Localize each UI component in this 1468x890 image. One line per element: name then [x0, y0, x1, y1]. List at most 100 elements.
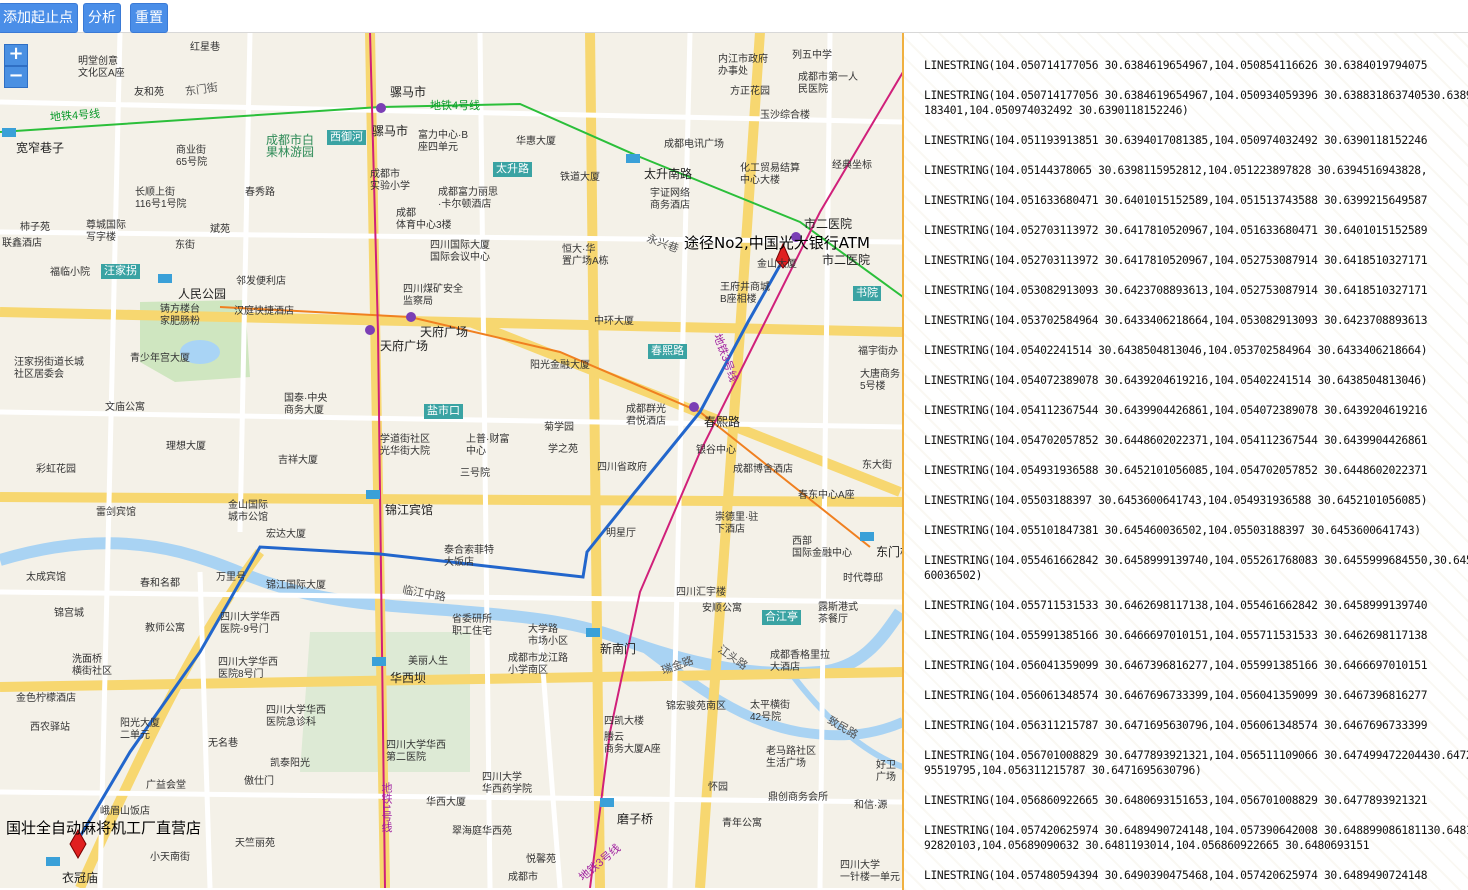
map-label: 春和名都 [140, 578, 180, 589]
map-label: 新南门 [600, 642, 637, 656]
map-view[interactable]: + − 途径No2,中国光大银行ATM 国壮全自动麻将机工厂直营店 地铁4号线 … [0, 32, 903, 888]
map-label: 明堂创意 文化区A座 [78, 56, 125, 79]
map-label: 三号院 [460, 468, 490, 479]
map-label: 华惠大厦 [516, 136, 556, 147]
linestring-row: LINESTRING(104.05402241514 30.6438504813… [924, 344, 1428, 357]
map-label: 崇德里·驻 下酒店 [715, 512, 759, 535]
map-tag: 春熙路 [648, 344, 687, 359]
add-start-end-button[interactable]: 添加起止点 [0, 3, 78, 33]
map-label: 西部 国际金融中心 [792, 536, 852, 559]
map-label: 市二医院 [804, 217, 853, 231]
linestring-row: LINESTRING(104.057480594394 30.649039047… [924, 869, 1428, 882]
map-label: 四川大学华西 医院8号门 [218, 657, 278, 680]
map-label: 万里号 [216, 572, 246, 583]
map-label: 金山国际 城市公馆 [228, 500, 268, 523]
map-label: 四川大学 一针楼一单元 [840, 860, 900, 883]
map-label: 美丽人生 [408, 656, 448, 667]
map-label: 峨眉山饭店 [100, 806, 150, 817]
map-label: 东大街 [862, 460, 892, 471]
linestring-row: LINESTRING(104.051633680471 30.640101515… [924, 194, 1428, 207]
map-label: 腾云 商务大厦A座 [604, 732, 661, 755]
map-label: 东门桥 [876, 545, 903, 559]
linestring-row: LINESTRING(104.052703113972 30.641781052… [924, 254, 1428, 267]
reset-button[interactable]: 重置 [130, 3, 168, 33]
map-label: 春东中心A座 [798, 490, 855, 501]
linestring-row: LINESTRING(104.055711531533 30.646269811… [924, 599, 1428, 612]
linestring-row: LINESTRING(104.054072389078 30.643920461… [924, 374, 1428, 387]
linestring-row: LINESTRING(104.054112367544 30.643990442… [924, 404, 1428, 417]
linestring-row: LINESTRING(104.053702584964 30.643340621… [924, 314, 1428, 327]
map-label: 小天南街 [150, 852, 190, 863]
map-label: 四川大学华西 医院-9号门 [220, 612, 280, 635]
map-label: 成都市 [508, 872, 538, 883]
linestring-output-panel[interactable]: LINESTRING(104.050714177056 30.638461965… [902, 20, 1468, 890]
map-label: 四川大学华西 医院急诊科 [266, 705, 326, 728]
map-label: 国泰·中央 商务大厦 [284, 393, 328, 416]
map-label: 内江市政府 办事处 [718, 54, 768, 77]
map-label: 宽窄巷子 [16, 141, 65, 155]
map-label: 太升南路 [644, 167, 693, 181]
map-label: 时代尊邸 [843, 573, 883, 584]
map-label: 文庙公寓 [105, 402, 145, 413]
map-label: 四川煤矿安全 监察局 [403, 284, 463, 307]
metro-line-label: 地铁4号线 [430, 100, 481, 112]
map-label: 阳光金融大厦 [530, 360, 590, 371]
map-label: 露斯港式 茶餐厅 [818, 602, 858, 625]
map-label: 傲仕门 [244, 776, 274, 787]
map-label: 王府井商城 B座相楼 [720, 282, 770, 305]
linestring-row: LINESTRING(104.05503188397 30.6453600641… [924, 494, 1428, 507]
metro-line-label: 地铁1号线 [380, 782, 392, 833]
map-label: 老马路社区 生活广场 [766, 746, 816, 769]
linestring-row: LINESTRING(104.057420625974 30.648949072… [924, 824, 1468, 852]
linestring-row: LINESTRING(104.055101847381 30.645460036… [924, 524, 1421, 537]
map-label: 衣冠庙 [62, 871, 99, 885]
map-label: 吉祥大厦 [278, 455, 318, 466]
map-label: 好卫 广场 [876, 760, 896, 783]
map-label: 安顺公寓 [702, 603, 742, 614]
linestring-row: LINESTRING(104.056061348574 30.646769673… [924, 689, 1428, 702]
map-label: 铸方楼台 家肥肠粉 [160, 304, 200, 327]
map-label: 经典坐标 [832, 160, 872, 171]
linestring-row: LINESTRING(104.056860922665 30.648069315… [924, 794, 1428, 807]
map-label: 华西坝 [390, 671, 427, 685]
map-tag: 书院 [853, 286, 881, 301]
map-label: 太成宾馆 [26, 572, 66, 583]
map-label: 宏达大厦 [266, 529, 306, 540]
map-label: 商业街 65号院 [176, 145, 208, 168]
linestring-row: LINESTRING(104.050714177056 30.638461965… [924, 59, 1428, 72]
map-label: 联鑫酒店 [2, 238, 42, 249]
map-label: 恒大·华 置广场A栋 [562, 244, 609, 267]
zoom-in-button[interactable]: + [4, 44, 28, 66]
map-label: 化工贸易结算 中心大楼 [740, 163, 800, 186]
map-label: 福宇街办 [858, 346, 898, 357]
linestring-list: LINESTRING(104.050714177056 30.638461965… [904, 22, 1468, 883]
linestring-row: LINESTRING(104.052703113972 30.641781052… [924, 224, 1428, 237]
map-label: 西农驿站 [30, 722, 70, 733]
linestring-row: LINESTRING(104.054702057852 30.644860202… [924, 434, 1428, 447]
map-label: 骡马市 [372, 124, 409, 138]
map-label: 学之苑 [548, 444, 578, 455]
map-label: 泰合索菲特 大饭店 [444, 545, 494, 568]
map-label: 凯泰阳光 [270, 758, 310, 769]
map-label: 理想大厦 [166, 441, 206, 452]
analyze-button[interactable]: 分析 [83, 3, 121, 33]
map-label: 大唐商务 5号楼 [860, 369, 900, 392]
map-tag: 西御河 [327, 130, 366, 145]
map-label: 磨子桥 [617, 812, 654, 826]
map-label: 青少年宫大厦 [130, 353, 190, 364]
map-label: 东街 [175, 240, 195, 251]
map-label: 阳光大厦 二单元 [120, 718, 160, 741]
linestring-row: LINESTRING(104.053082913093 30.642370889… [924, 284, 1428, 297]
map-label: 尊城国际 写字楼 [86, 220, 126, 243]
map-label: 锦江国际大厦 [266, 580, 326, 591]
map-label: 鼎创商务会所 [768, 792, 828, 803]
map-label: 成都群光 君悦酒店 [626, 404, 666, 427]
map-label: 四凯大楼 [604, 716, 644, 727]
zoom-out-button[interactable]: − [4, 66, 28, 88]
linestring-row: LINESTRING(104.056041359099 30.646739681… [924, 659, 1428, 672]
map-label: 无名巷 [208, 738, 238, 749]
map-label: 长顺上街 116号1号院 [135, 187, 187, 210]
map-label: 洗面桥 横街社区 [72, 654, 112, 677]
map-label: 富力中心·B 座四单元 [418, 130, 468, 153]
map-tag: 合江亭 [762, 610, 801, 625]
